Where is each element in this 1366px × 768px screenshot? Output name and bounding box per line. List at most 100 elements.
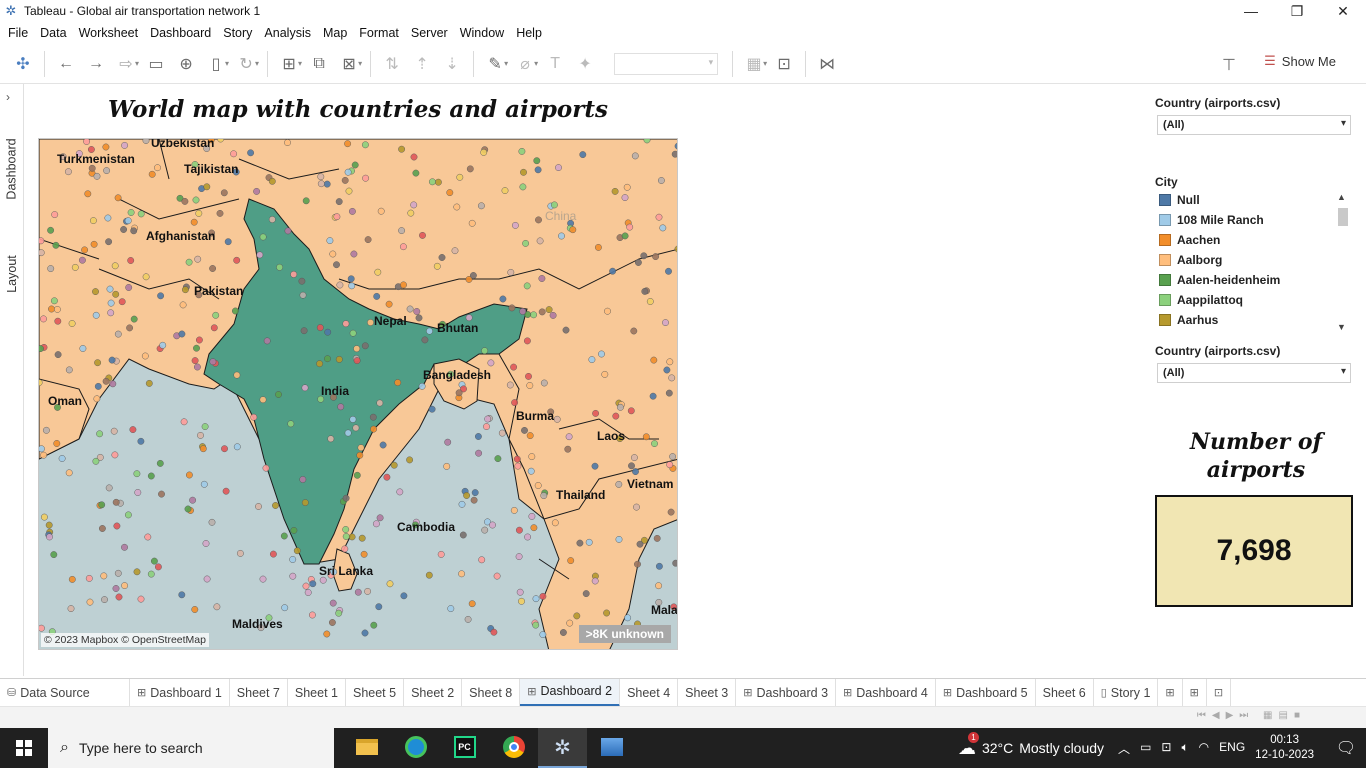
airport-point[interactable] (523, 282, 531, 290)
airport-point[interactable] (299, 476, 307, 483)
airport-point[interactable] (178, 591, 186, 599)
airport-point[interactable] (412, 169, 420, 177)
chevron-up-icon[interactable]: ︿ (1118, 740, 1130, 757)
airport-point[interactable] (212, 311, 220, 319)
airport-point[interactable] (142, 139, 150, 144)
airport-point[interactable] (345, 187, 353, 195)
airport-point[interactable] (208, 518, 216, 526)
airport-point[interactable] (410, 201, 418, 209)
airport-point[interactable] (337, 403, 345, 411)
taskbar-search[interactable]: ⌕ Type here to search (48, 728, 334, 768)
airport-point[interactable] (317, 173, 325, 181)
swap-rows-columns-icon[interactable]: ⇅ (377, 49, 407, 79)
airport-point[interactable] (203, 183, 211, 191)
airport-point[interactable] (551, 519, 559, 527)
airport-point[interactable] (335, 198, 343, 206)
tab-dashboard-1[interactable]: ⊞ Dashboard 1 (130, 678, 230, 707)
airport-point[interactable] (375, 603, 383, 611)
airport-point[interactable] (434, 178, 442, 186)
airport-point[interactable] (114, 569, 122, 577)
airport-point[interactable] (443, 462, 451, 470)
tab-dashboard-2[interactable]: ⊞ Dashboard 2 (520, 678, 621, 707)
airport-point[interactable] (121, 141, 129, 149)
airport-point[interactable] (195, 336, 203, 344)
airport-point[interactable] (344, 429, 352, 437)
airport-point[interactable] (51, 211, 59, 219)
airport-point[interactable] (643, 139, 651, 144)
menu-worksheet[interactable]: Worksheet (73, 26, 145, 40)
airport-point[interactable] (335, 609, 343, 617)
airport-point[interactable] (453, 203, 461, 211)
airport-point[interactable] (376, 514, 384, 522)
new-data-source-icon[interactable]: ⊕ (171, 49, 201, 79)
airport-point[interactable] (352, 424, 360, 432)
airport-point[interactable] (641, 287, 649, 295)
airport-point[interactable] (348, 207, 356, 215)
airport-point[interactable] (68, 575, 76, 583)
airport-point[interactable] (437, 550, 445, 558)
airport-point[interactable] (231, 307, 239, 315)
tab-data-source[interactable]: ⛁ Data Source (0, 678, 130, 707)
airport-point[interactable] (459, 531, 467, 539)
airport-point[interactable] (54, 317, 62, 325)
airport-point[interactable] (210, 324, 218, 332)
notifications-icon[interactable]: 🗨︎ (1326, 738, 1366, 758)
airport-point[interactable] (133, 470, 141, 478)
airport-point[interactable] (94, 382, 102, 390)
airport-point[interactable] (126, 324, 134, 332)
airport-point[interactable] (68, 320, 76, 327)
airport-point[interactable] (121, 543, 128, 551)
airport-point[interactable] (89, 217, 97, 225)
airport-point[interactable] (269, 550, 277, 558)
airport-point[interactable] (233, 443, 241, 451)
airport-point[interactable] (353, 345, 361, 353)
show-me-button[interactable]: ☰ Show Me (1264, 53, 1336, 69)
new-dashboard-button[interactable]: ⊞ (1183, 678, 1207, 707)
airport-point[interactable] (398, 145, 406, 153)
airport-point[interactable] (534, 166, 542, 174)
airport-point[interactable] (336, 281, 344, 289)
airport-point[interactable] (39, 249, 45, 257)
clock[interactable]: 00:13 12-10-2023 (1255, 733, 1314, 763)
airport-point[interactable] (253, 187, 261, 195)
menu-analysis[interactable]: Analysis (258, 26, 317, 40)
tab-sheet-2[interactable]: Sheet 2 (404, 678, 463, 707)
airport-point[interactable] (383, 473, 391, 481)
tab-sheet-5[interactable]: Sheet 5 (346, 678, 405, 707)
airport-point[interactable] (519, 307, 527, 315)
airport-point[interactable] (652, 253, 660, 261)
airport-point[interactable] (323, 180, 331, 188)
airport-point[interactable] (361, 141, 369, 149)
tab-dashboard-4[interactable]: ⊞ Dashboard 4 (836, 678, 936, 707)
airport-point[interactable] (105, 484, 113, 492)
airport-point[interactable] (180, 418, 188, 426)
airport-point[interactable] (317, 180, 325, 188)
airport-point[interactable] (127, 257, 135, 264)
airport-point[interactable] (532, 595, 540, 603)
airport-point[interactable] (107, 299, 115, 307)
airport-point[interactable] (592, 409, 600, 417)
airport-point[interactable] (316, 324, 324, 332)
airport-point[interactable] (98, 525, 106, 532)
airport-point[interactable] (539, 631, 547, 639)
airport-point[interactable] (298, 277, 306, 285)
legend-item[interactable]: Aalborg (1155, 250, 1351, 270)
airport-point[interactable] (483, 423, 490, 431)
airport-point[interactable] (370, 425, 378, 433)
airport-point[interactable] (47, 265, 55, 273)
tab-sheet-8[interactable]: Sheet 8 (462, 678, 521, 707)
airport-point[interactable] (360, 550, 368, 558)
airport-point[interactable] (651, 440, 658, 448)
airport-point[interactable] (487, 359, 495, 367)
airport-point[interactable] (39, 345, 44, 353)
airport-point[interactable] (263, 337, 271, 345)
airport-point[interactable] (481, 526, 489, 534)
airport-point[interactable] (649, 392, 657, 400)
airport-point[interactable] (615, 535, 623, 543)
airport-point[interactable] (289, 572, 297, 580)
airport-point[interactable] (213, 603, 221, 611)
airport-point[interactable] (159, 341, 167, 349)
airport-point[interactable] (474, 433, 482, 440)
replay-dropdown-icon[interactable]: ▾ (135, 59, 139, 68)
language-indicator[interactable]: ENG (1219, 740, 1245, 757)
